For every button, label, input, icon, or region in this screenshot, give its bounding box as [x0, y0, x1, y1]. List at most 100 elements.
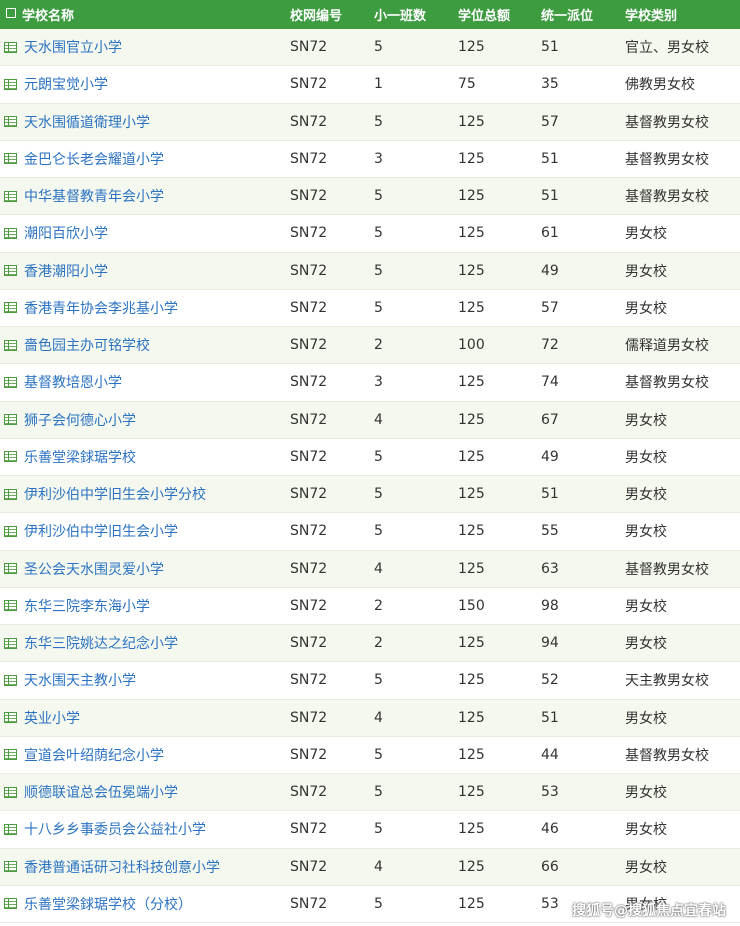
school-name-link[interactable]: 宣道会叶绍荫纪念小学 [24, 745, 164, 765]
school-name-link[interactable]: 金巴仑长老会耀道小学 [24, 149, 164, 169]
document-icon[interactable] [4, 525, 17, 537]
school-name-link[interactable]: 伊利沙伯中学旧生会小学分校 [24, 484, 206, 504]
table-row: 伊利沙伯中学旧生会小学分校 SN72 5 125 51 男女校 [0, 476, 740, 514]
school-name-link[interactable]: 乐善堂梁銶琚学校 [24, 447, 136, 467]
school-name-link[interactable]: 十八乡乡事委员会公益社小学 [24, 819, 206, 839]
school-name-link[interactable]: 香港青年协会李兆基小学 [24, 298, 178, 318]
network-code: SN72 [290, 374, 328, 391]
table-body: 天水围官立小学 SN72 5 125 51 官立、男女校 元朗宝觉小学 SN72 1 75 35 佛教… [0, 29, 740, 923]
document-icon[interactable] [4, 227, 17, 239]
document-icon[interactable] [4, 451, 17, 463]
school-type: 基督教男女校 [625, 151, 709, 168]
total-places: 125 [458, 39, 485, 56]
table-row: 英业小学 SN72 4 125 51 男女校 [0, 699, 740, 737]
network-code: SN72 [290, 560, 328, 577]
central-allocation: 57 [541, 299, 559, 316]
document-icon[interactable] [4, 712, 17, 724]
school-name-link[interactable]: 天水围官立小学 [24, 37, 122, 57]
school-name-link[interactable]: 圣公会天水围灵爱小学 [24, 559, 164, 579]
school-name-link[interactable]: 伊利沙伯中学旧生会小学 [24, 521, 178, 541]
school-name-link[interactable]: 东华三院李东海小学 [24, 596, 150, 616]
central-allocation: 46 [541, 821, 559, 838]
total-places: 150 [458, 597, 485, 614]
document-icon[interactable] [4, 786, 17, 798]
school-name-link[interactable]: 元朗宝觉小学 [24, 74, 108, 94]
school-name-link[interactable]: 顺德联谊总会伍冕端小学 [24, 782, 178, 802]
select-all-checkbox[interactable] [6, 8, 16, 18]
school-type: 官立、男女校 [625, 40, 709, 57]
header-network-code[interactable]: 校网编号 [290, 5, 342, 24]
document-icon[interactable] [4, 749, 17, 761]
p1-classes: 5 [374, 746, 383, 763]
document-icon[interactable] [4, 600, 17, 612]
central-allocation: 44 [541, 746, 559, 763]
document-icon[interactable] [4, 861, 17, 873]
table-row: 乐善堂梁銶琚学校 SN72 5 125 49 男女校 [0, 438, 740, 476]
central-allocation: 49 [541, 262, 559, 279]
p1-classes: 5 [374, 784, 383, 801]
document-icon[interactable] [4, 823, 17, 835]
document-icon[interactable] [4, 153, 17, 165]
school-name-link[interactable]: 乐善堂梁銶琚学校（分校） [24, 894, 192, 914]
school-type: 男女校 [625, 300, 667, 317]
total-places: 125 [458, 225, 485, 242]
p1-classes: 3 [374, 150, 383, 167]
watermark: 搜狐号@搜狐焦点宜春站 [572, 903, 726, 919]
p1-classes: 2 [374, 635, 383, 652]
document-icon[interactable] [4, 563, 17, 575]
school-type: 男女校 [625, 524, 667, 541]
school-type: 基督教男女校 [625, 561, 709, 578]
header-central-allocation[interactable]: 统一派位 [541, 5, 593, 24]
school-type: 男女校 [625, 412, 667, 429]
total-places: 125 [458, 858, 485, 875]
central-allocation: 35 [541, 76, 559, 93]
school-name-link[interactable]: 狮子会何德心小学 [24, 410, 136, 430]
document-icon[interactable] [4, 339, 17, 351]
school-name-link[interactable]: 天水围天主教小学 [24, 670, 136, 690]
document-icon[interactable] [4, 674, 17, 686]
central-allocation: 55 [541, 523, 559, 540]
school-name-link[interactable]: 嗇色园主办可铭学校 [24, 335, 150, 355]
document-icon[interactable] [4, 41, 17, 53]
central-allocation: 51 [541, 39, 559, 56]
school-type: 男女校 [625, 636, 667, 653]
total-places: 125 [458, 188, 485, 205]
document-icon[interactable] [4, 414, 17, 426]
school-name-link[interactable]: 香港普通话研习社科技创意小学 [24, 857, 220, 877]
document-icon[interactable] [4, 78, 17, 90]
p1-classes: 4 [374, 411, 383, 428]
total-places: 125 [458, 784, 485, 801]
school-name-link[interactable]: 基督教培恩小学 [24, 372, 122, 392]
document-icon[interactable] [4, 190, 17, 202]
header-p1-classes[interactable]: 小一班数 [374, 5, 426, 24]
central-allocation: 51 [541, 150, 559, 167]
total-places: 125 [458, 299, 485, 316]
header-school-name[interactable]: 学校名称 [22, 5, 74, 24]
table-row: 基督教培恩小学 SN72 3 125 74 基督教男女校 [0, 364, 740, 402]
school-name-link[interactable]: 中华基督教青年会小学 [24, 186, 164, 206]
school-name-link[interactable]: 潮阳百欣小学 [24, 223, 108, 243]
table-header: 学校名称 校网编号 小一班数 学位总额 统一派位 学校类别 [0, 0, 740, 29]
network-code: SN72 [290, 709, 328, 726]
header-school-type[interactable]: 学校类别 [625, 5, 677, 24]
document-icon[interactable] [4, 265, 17, 277]
document-icon[interactable] [4, 898, 17, 910]
school-name-link[interactable]: 东华三院姚达之纪念小学 [24, 633, 178, 653]
document-icon[interactable] [4, 488, 17, 500]
school-name-link[interactable]: 天水围循道衛理小学 [24, 112, 150, 132]
network-code: SN72 [290, 448, 328, 465]
document-icon[interactable] [4, 376, 17, 388]
document-icon[interactable] [4, 302, 17, 314]
p1-classes: 2 [374, 597, 383, 614]
school-type: 男女校 [625, 859, 667, 876]
p1-classes: 2 [374, 337, 383, 354]
network-code: SN72 [290, 225, 328, 242]
school-name-link[interactable]: 英业小学 [24, 708, 80, 728]
document-icon[interactable] [4, 637, 17, 649]
document-icon[interactable] [4, 116, 17, 128]
total-places: 125 [458, 821, 485, 838]
p1-classes: 3 [374, 374, 383, 391]
school-name-link[interactable]: 香港潮阳小学 [24, 261, 108, 281]
school-table: 学校名称 校网编号 小一班数 学位总额 统一派位 学校类别 天水围官立小学 SN7… [0, 0, 740, 923]
header-total-places[interactable]: 学位总额 [458, 5, 510, 24]
